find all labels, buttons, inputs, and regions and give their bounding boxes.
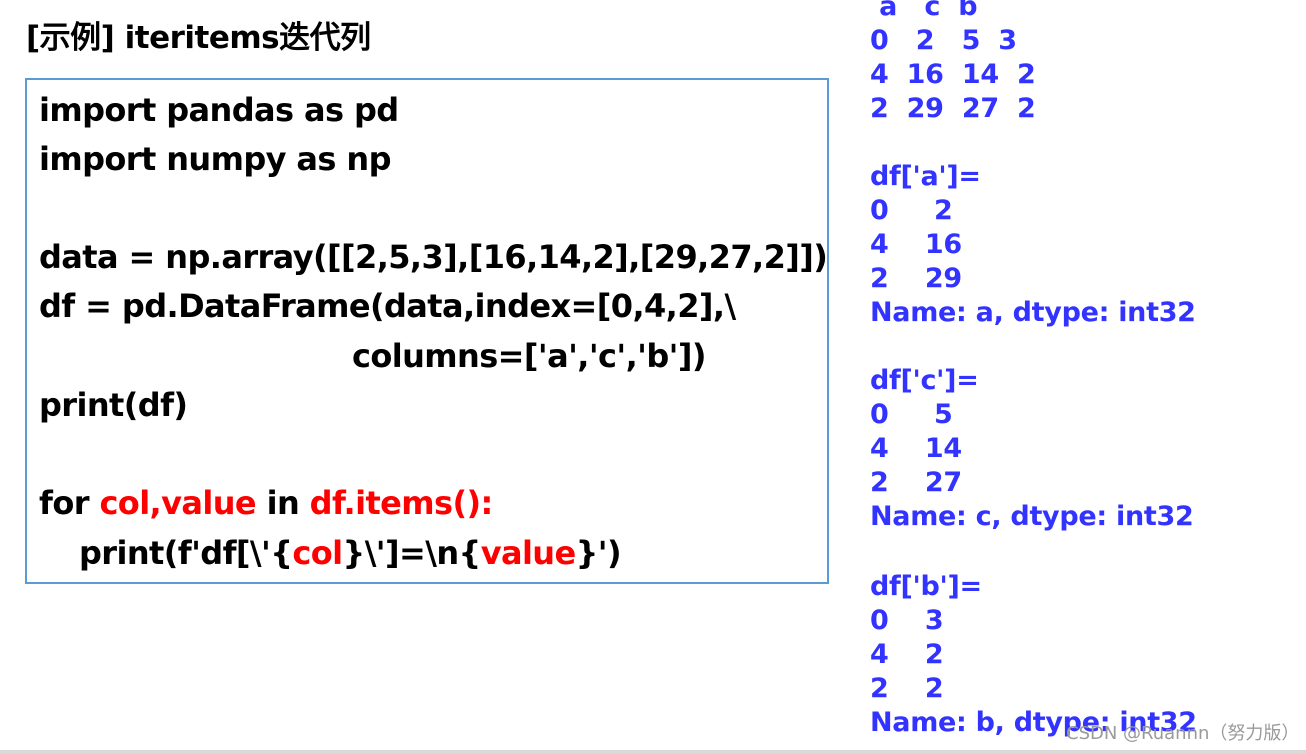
keyword-in: in xyxy=(256,484,310,522)
df-row: 2 29 27 2 xyxy=(870,93,1036,124)
section-row: 4 2 xyxy=(870,639,944,670)
df-row: 4 16 14 2 xyxy=(870,59,1036,90)
print-part-2: }\']=\n{ xyxy=(342,534,482,572)
section-header: df['a']= xyxy=(870,161,981,192)
section-row: 2 2 xyxy=(870,673,944,704)
code-line-4: df = pd.DataFrame(data,index=[0,4,2],\ xyxy=(39,287,736,325)
bottom-divider xyxy=(0,750,1306,754)
watermark: CSDN @Ruannn（努力版） xyxy=(1066,723,1300,744)
loop-vars: col,value xyxy=(99,484,257,522)
section-header: df['c']= xyxy=(870,365,979,396)
section-row: 2 27 xyxy=(870,467,962,498)
code-line-1: import pandas as pd xyxy=(39,91,399,129)
section-footer: Name: c, dtype: int32 xyxy=(870,501,1194,532)
section-footer: Name: a, dtype: int32 xyxy=(870,297,1196,328)
section-row: 2 29 xyxy=(870,263,962,294)
loop-iterable: df.items(): xyxy=(309,484,494,522)
slide-title: [示例] iteritems迭代列 xyxy=(26,20,371,56)
section-header: df['b']= xyxy=(870,571,982,602)
code-line-3: data = np.array([[2,5,3],[16,14,2],[29,2… xyxy=(39,238,828,276)
print-part-1: print(f'df[\'{ xyxy=(79,534,293,572)
print-value: value xyxy=(480,534,577,572)
df-header: a c b xyxy=(870,0,978,22)
section-row: 0 3 xyxy=(870,605,944,636)
code-line-6: print(df) xyxy=(39,386,188,424)
code-line-2: import numpy as np xyxy=(39,140,392,178)
df-row: 0 2 5 3 xyxy=(870,25,1017,56)
print-part-3: }') xyxy=(575,534,622,572)
code-block: import pandas as pd import numpy as np d… xyxy=(25,78,829,584)
keyword-for: for xyxy=(39,484,100,522)
code-line-7: for col,value in df.items(): xyxy=(39,483,493,523)
code-line-5: columns=['a','c','b']) xyxy=(352,337,707,375)
code-line-8: print(f'df[\'{col}\']=\n{value}') xyxy=(79,533,622,573)
print-col: col xyxy=(292,534,343,572)
section-row: 0 5 xyxy=(870,399,953,430)
section-row: 4 16 xyxy=(870,229,962,260)
section-row: 4 14 xyxy=(870,433,962,464)
section-row: 0 2 xyxy=(870,195,953,226)
